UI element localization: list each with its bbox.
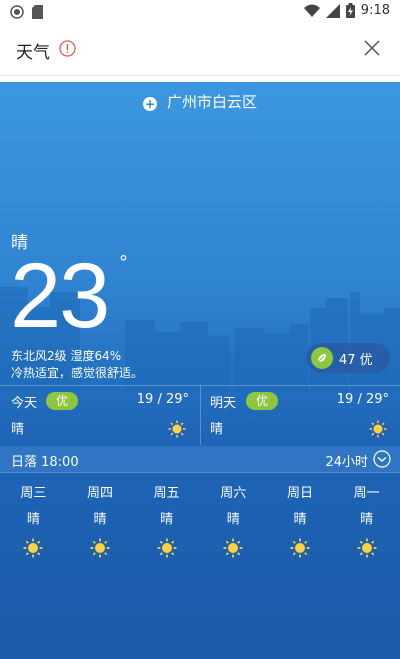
forecast-list: 周三晴周四晴周五晴周六晴周日晴周一晴 [0,484,400,558]
sun-icon [23,538,43,558]
sunset-row: 日落 18:00 24小时 [0,446,400,472]
wind-humidity: 东北风2级 湿度64% [11,349,122,363]
sunset-time: 日落 18:00 [11,455,79,470]
forecast-day-label: 周日 [286,486,313,501]
sun-icon [290,538,310,558]
tomorrow-quality-badge: 优 [246,392,278,410]
location-name: 广州市白云区 [166,93,257,111]
forecast-day-label: 周四 [86,486,113,501]
today-label: 今天 [11,396,38,411]
today-range: 19 / 29° [136,392,189,407]
hourly-button[interactable]: 24小时 [325,451,368,470]
comfort-text: 冷热适宜，感觉很舒适。 [11,366,144,380]
forecast-condition: 晴 [360,512,374,527]
clock: 9:18 [360,3,390,18]
title-bar: 天气 [0,24,400,76]
location[interactable]: + 广州市白云区 [0,91,400,112]
today-quality-badge: 优 [46,392,78,410]
add-location-icon[interactable]: + [142,97,157,111]
forecast-day-label: 周一 [353,486,380,501]
forecast-day-label: 周三 [20,486,47,501]
forecast-condition: 晴 [293,512,307,527]
forecast-day[interactable]: 周四晴 [67,484,134,558]
forecast-day[interactable]: 周三晴 [0,484,67,558]
sun-icon [369,420,387,438]
tomorrow-condition: 晴 [210,422,224,437]
aqi-badge[interactable]: 47 优 [306,343,390,373]
sun-icon [90,538,110,558]
battery-icon [345,3,355,18]
status-bar: 9:18 [0,0,400,24]
forecast-day-label: 周六 [220,486,247,501]
close-icon[interactable] [362,38,382,58]
record-icon [10,5,24,19]
chevron-down-icon[interactable] [373,450,391,468]
forecast-day[interactable]: 周五晴 [133,484,200,558]
forecast-condition: 晴 [160,512,174,527]
sdcard-icon [32,5,43,19]
forecast-condition: 晴 [26,512,40,527]
tomorrow-label: 明天 [210,396,237,411]
forecast-day-label: 周五 [153,486,180,501]
page-title: 天气 [16,43,50,63]
current-temperature: 23 [10,245,110,347]
divider [200,385,201,445]
weather-panel: + 广州市白云区 晴 23 ° 东北风2级 湿度64% 冷热适宜，感觉很舒适。 4… [0,82,400,659]
sun-icon [223,538,243,558]
divider [0,472,400,473]
aqi-value: 47 优 [339,352,373,368]
sun-icon [168,420,186,438]
forecast-condition: 晴 [93,512,107,527]
warning-icon[interactable] [59,40,76,57]
tomorrow-range: 19 / 29° [336,392,389,407]
degree-symbol: ° [119,252,128,273]
today-condition: 晴 [11,422,25,437]
forecast-day[interactable]: 周六晴 [200,484,267,558]
sun-icon [357,538,377,558]
leaf-icon [311,347,333,369]
forecast-day[interactable]: 周一晴 [333,484,400,558]
forecast-day[interactable]: 周日晴 [267,484,334,558]
wifi-icon [303,4,320,17]
sun-icon [157,538,177,558]
signal-icon [325,3,340,18]
forecast-condition: 晴 [226,512,240,527]
